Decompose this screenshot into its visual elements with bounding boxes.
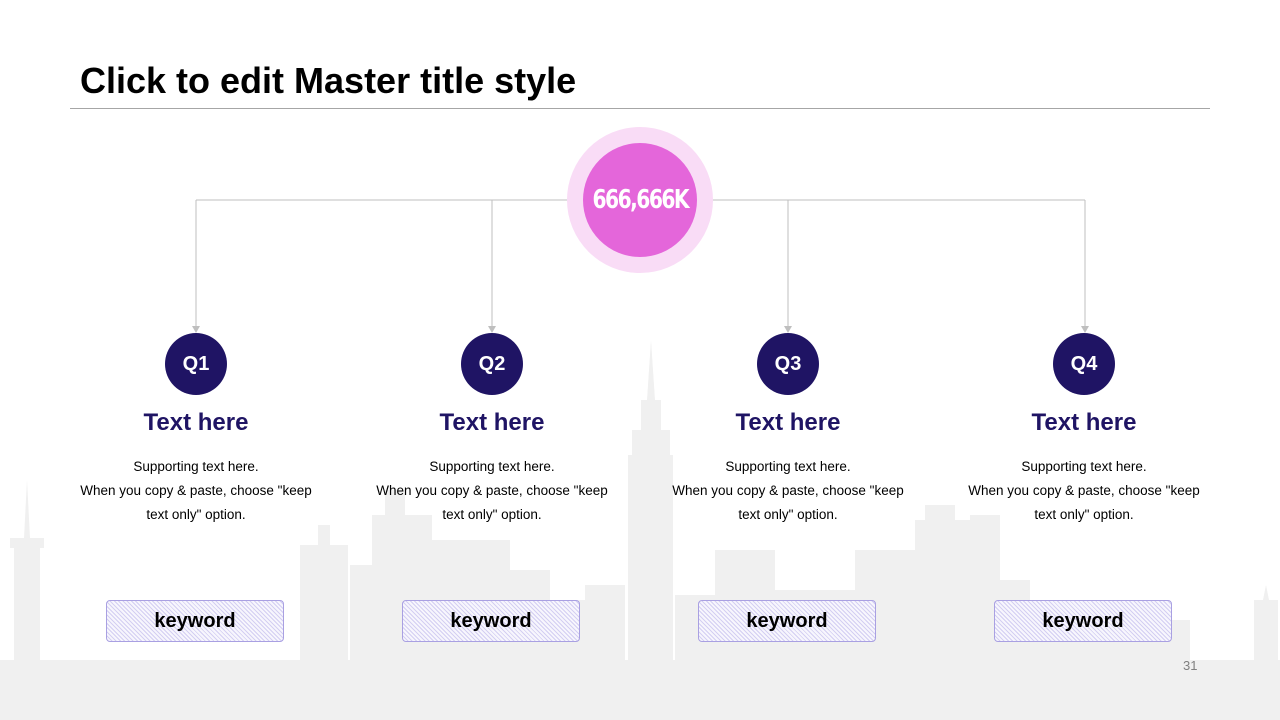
quarter-description[interactable]: Supporting text here. When you copy & pa… — [968, 455, 1199, 527]
description-line: Supporting text here. — [133, 459, 259, 474]
slide-title[interactable]: Click to edit Master title style — [80, 60, 576, 102]
keyword-box-q4[interactable]: keyword — [994, 600, 1172, 642]
description-line: text only" option. — [738, 507, 838, 522]
quarter-description[interactable]: Supporting text here. When you copy & pa… — [672, 455, 903, 527]
description-line: Supporting text here. — [725, 459, 851, 474]
quarter-column-q1: Q1 Text here Supporting text here. When … — [56, 333, 336, 527]
description-line: When you copy & paste, choose "keep — [968, 483, 1200, 498]
quarter-description[interactable]: Supporting text here. When you copy & pa… — [80, 455, 311, 527]
arrow-down-icon — [1081, 326, 1089, 333]
quarter-heading[interactable]: Text here — [1032, 409, 1137, 437]
keyword-box-q1[interactable]: keyword — [106, 600, 284, 642]
keyword-box-q3[interactable]: keyword — [698, 600, 876, 642]
arrow-down-icon — [192, 326, 200, 333]
keyword-box-q2[interactable]: keyword — [402, 600, 580, 642]
arrow-down-icon — [784, 326, 792, 333]
quarter-column-q2: Q2 Text here Supporting text here. When … — [352, 333, 632, 527]
description-line: text only" option. — [442, 507, 542, 522]
description-line: text only" option. — [1034, 507, 1134, 522]
quarter-badge: Q2 — [461, 333, 523, 395]
description-line: When you copy & paste, choose "keep — [672, 483, 904, 498]
title-divider — [70, 108, 1210, 109]
quarter-heading[interactable]: Text here — [736, 409, 841, 437]
description-line: Supporting text here. — [1021, 459, 1147, 474]
quarter-heading[interactable]: Text here — [440, 409, 545, 437]
quarter-column-q4: Q4 Text here Supporting text here. When … — [944, 333, 1224, 527]
quarter-badge: Q1 — [165, 333, 227, 395]
quarter-badge: Q4 — [1053, 333, 1115, 395]
hub-circle: 666,666K — [583, 143, 697, 257]
description-line: Supporting text here. — [429, 459, 555, 474]
arrow-down-icon — [488, 326, 496, 333]
description-line: When you copy & paste, choose "keep — [376, 483, 608, 498]
quarter-description[interactable]: Supporting text here. When you copy & pa… — [376, 455, 607, 527]
description-line: When you copy & paste, choose "keep — [80, 483, 312, 498]
hub-value: 666,666K — [592, 185, 689, 215]
slide-number: 31 — [1183, 658, 1198, 673]
quarter-badge: Q3 — [757, 333, 819, 395]
quarter-heading[interactable]: Text here — [144, 409, 249, 437]
description-line: text only" option. — [146, 507, 246, 522]
quarter-column-q3: Q3 Text here Supporting text here. When … — [648, 333, 928, 527]
